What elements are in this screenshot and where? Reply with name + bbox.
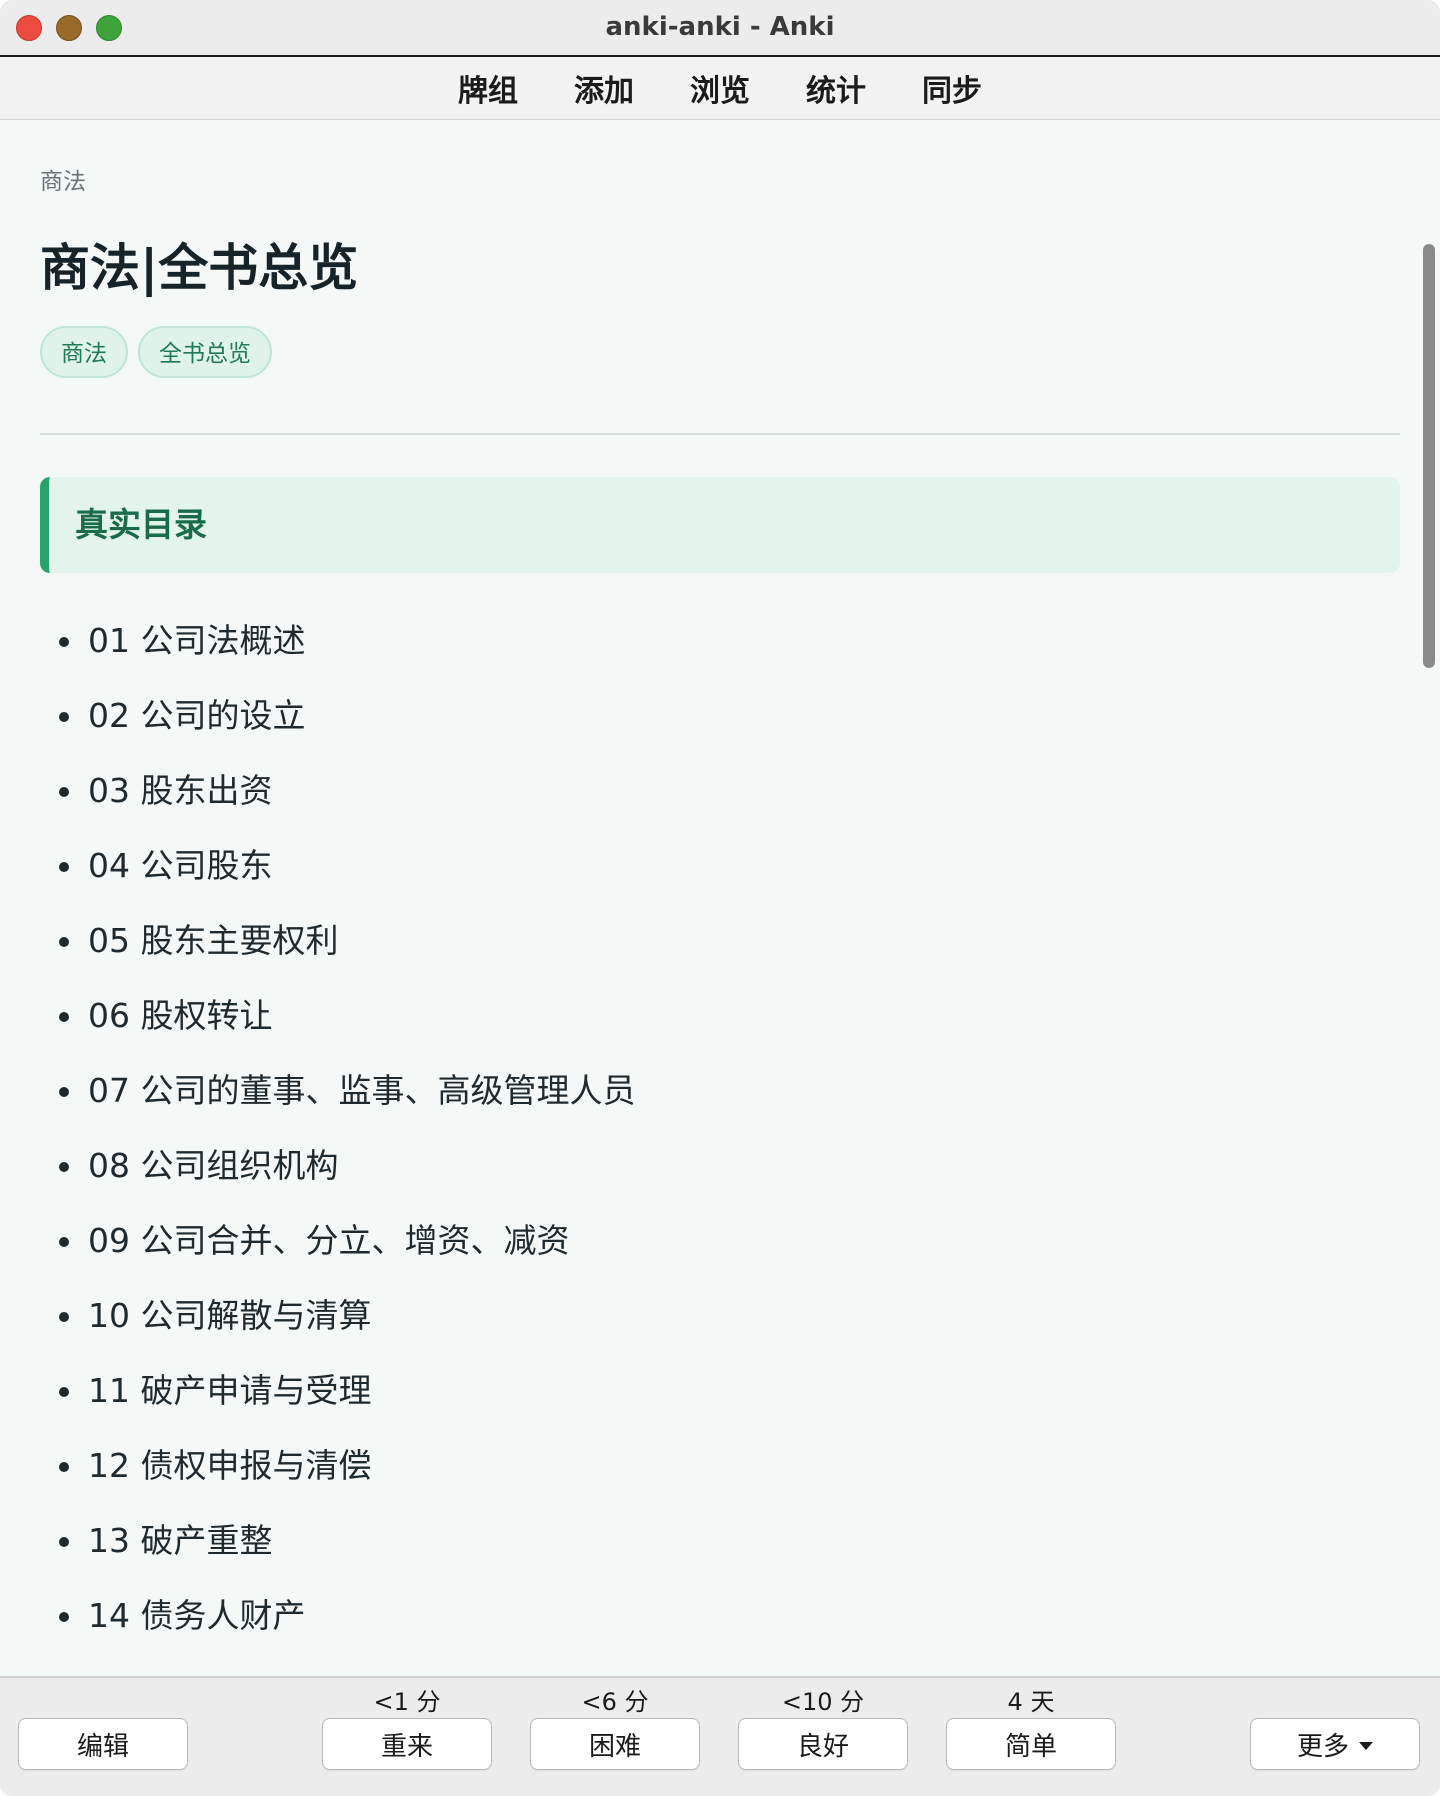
toc-item: 03 股东出资 — [40, 764, 1400, 839]
good-button[interactable]: 良好 — [738, 1718, 908, 1770]
tag-chip: 全书总览 — [138, 326, 272, 378]
toc-item: 10 公司解散与清算 — [40, 1289, 1400, 1364]
toc-item: 04 公司股东 — [40, 839, 1400, 914]
bullet — [59, 1087, 69, 1097]
nav-decks[interactable]: 牌组 — [458, 62, 518, 114]
bullet — [59, 1462, 69, 1472]
bullet — [59, 1612, 69, 1622]
easy-interval: 4 天 — [1007, 1688, 1055, 1716]
toc-list: 01 公司法概述 02 公司的设立 03 股东出资 04 公司股东 05 股东主… — [40, 614, 1400, 1664]
bullet — [59, 1162, 69, 1172]
toc-item: 07 公司的董事、监事、高级管理人员 — [40, 1064, 1400, 1139]
toc-item-label: 10 公司解散与清算 — [88, 1296, 372, 1335]
toc-item-label: 09 公司合并、分立、增资、减资 — [88, 1221, 570, 1260]
tag-list: 商法 全书总览 — [40, 326, 272, 378]
toc-item-label: 07 公司的董事、监事、高级管理人员 — [88, 1071, 636, 1110]
toc-item: 06 股权转让 — [40, 989, 1400, 1064]
page-title: 商法|全书总览 — [40, 239, 359, 297]
toc-item-label: 03 股东出资 — [88, 771, 273, 810]
bullet — [59, 712, 69, 722]
toc-item: 01 公司法概述 — [40, 614, 1400, 689]
toc-item-label: 12 债权申报与清偿 — [88, 1446, 372, 1485]
toc-item: 09 公司合并、分立、增资、减资 — [40, 1214, 1400, 1289]
nav-add[interactable]: 添加 — [574, 62, 634, 114]
toc-item: 05 股东主要权利 — [40, 914, 1400, 989]
toc-item-label: 14 债务人财产 — [88, 1596, 306, 1635]
bullet — [59, 787, 69, 797]
toc-item: 13 破产重整 — [40, 1514, 1400, 1589]
bullet — [59, 1012, 69, 1022]
nav-browse[interactable]: 浏览 — [690, 62, 750, 114]
tag-chip: 商法 — [40, 326, 128, 378]
easy-button[interactable]: 简单 — [946, 1718, 1116, 1770]
toc-item-label: 06 股权转让 — [88, 996, 273, 1035]
bullet — [59, 1537, 69, 1547]
hard-button[interactable]: 困难 — [530, 1718, 700, 1770]
toc-item-label: 08 公司组织机构 — [88, 1146, 339, 1185]
nav-stats[interactable]: 统计 — [806, 62, 866, 114]
more-button[interactable]: 更多 — [1250, 1718, 1420, 1770]
bullet — [59, 637, 69, 647]
bullet — [59, 1387, 69, 1397]
toc-item: 11 破产申请与受理 — [40, 1364, 1400, 1439]
toc-item-label: 02 公司的设立 — [88, 696, 306, 735]
toc-item-label: 05 股东主要权利 — [88, 921, 339, 960]
again-interval: <1 分 — [373, 1688, 441, 1716]
main-toolbar: 牌组 添加 浏览 统计 同步 — [0, 57, 1440, 120]
toc-item: 02 公司的设立 — [40, 689, 1400, 764]
section-callout: 真实目录 — [40, 477, 1400, 573]
answer-bar: 编辑 <1 分 重来 <6 分 困难 <10 分 良好 4 天 简单 更多 — [0, 1676, 1440, 1796]
bullet — [59, 1237, 69, 1247]
bullet — [59, 937, 69, 947]
good-interval: <10 分 — [781, 1688, 865, 1716]
toc-item-label: 11 破产申请与受理 — [88, 1371, 372, 1410]
toc-item: 14 债务人财产 — [40, 1589, 1400, 1664]
edit-button[interactable]: 编辑 — [18, 1718, 188, 1770]
section-divider — [40, 433, 1400, 435]
toc-item: 12 债权申报与清偿 — [40, 1439, 1400, 1514]
breadcrumb: 商法 — [40, 169, 86, 195]
again-button[interactable]: 重来 — [322, 1718, 492, 1770]
section-heading: 真实目录 — [75, 505, 207, 544]
toc-item-label: 13 破产重整 — [88, 1521, 273, 1560]
toc-item-label: 01 公司法概述 — [88, 621, 306, 660]
toc-item: 08 公司组织机构 — [40, 1139, 1400, 1214]
bullet — [59, 1312, 69, 1322]
dropdown-arrow-icon — [1359, 1742, 1373, 1750]
nav-sync[interactable]: 同步 — [922, 62, 982, 114]
hard-interval: <6 分 — [581, 1688, 649, 1716]
toc-item-label: 04 公司股东 — [88, 846, 273, 885]
window-title: anki-anki - Anki — [605, 12, 835, 42]
anki-window: anki-anki - Anki 牌组 添加 浏览 统计 同步 商法 商法|全书… — [0, 0, 1440, 1796]
bullet — [59, 862, 69, 872]
content-scrollbar[interactable] — [1423, 244, 1435, 668]
more-label: 更多 — [1296, 1731, 1349, 1762]
card-content: 商法 商法|全书总览 商法 全书总览 真实目录 01 公司法概述 02 公司的设… — [0, 120, 1440, 1676]
title-bar: anki-anki - Anki — [0, 0, 1440, 57]
